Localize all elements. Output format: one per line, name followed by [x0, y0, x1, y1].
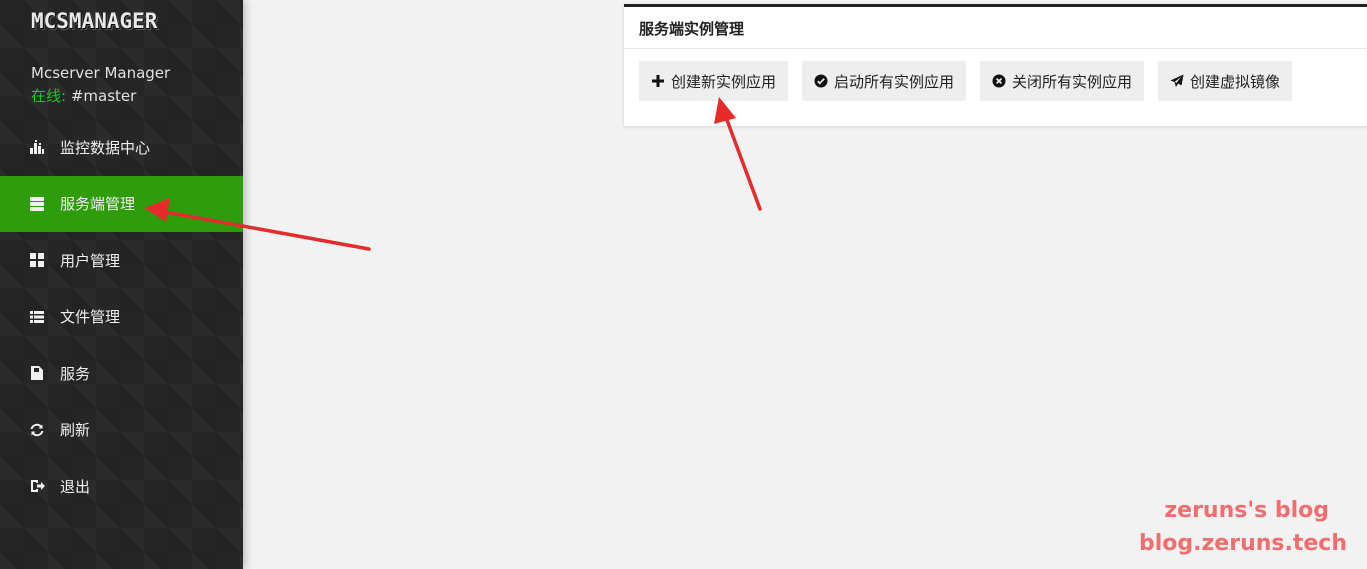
send-icon: [1170, 74, 1184, 88]
app-logo: MCSMANAGER: [31, 9, 158, 33]
sidebar-item-label: 文件管理: [60, 308, 121, 327]
blog-watermark: zeruns's blog blog.zeruns.tech: [1139, 494, 1347, 560]
sidebar-item-label: 服务: [60, 364, 91, 383]
service-icon: [29, 365, 45, 381]
create-instance-button[interactable]: 创建新实例应用: [639, 61, 789, 101]
bar-chart-icon: [29, 139, 45, 155]
plus-icon: [651, 74, 665, 88]
create-virtual-image-button[interactable]: 创建虚拟镜像: [1158, 61, 1293, 101]
watermark-line1: zeruns's blog: [1164, 498, 1329, 523]
button-label: 关闭所有实例应用: [1012, 72, 1133, 91]
server-icon: [29, 196, 45, 212]
sidebar-nav: 监控数据中心 服务端管理 用户管理 文件管理 服务 刷新 退出: [0, 119, 243, 515]
sidebar-item-logout[interactable]: 退出: [0, 458, 243, 515]
button-label: 创建虚拟镜像: [1190, 72, 1281, 91]
sidebar-item-label: 退出: [60, 477, 91, 496]
sidebar-item-refresh[interactable]: 刷新: [0, 402, 243, 459]
check-circle-icon: [814, 74, 828, 88]
connection-status: 在线: #master: [31, 85, 136, 106]
status-value: #master: [66, 87, 137, 105]
grid-icon: [29, 252, 45, 268]
sidebar-item-user-management[interactable]: 用户管理: [0, 232, 243, 289]
action-buttons: 创建新实例应用 启动所有实例应用 关闭所有实例应用 创建虚拟镜像: [639, 61, 1293, 101]
app-name: Mcserver Manager: [31, 64, 171, 82]
sidebar-item-service[interactable]: 服务: [0, 345, 243, 402]
logout-icon: [29, 478, 45, 494]
sidebar-item-monitor[interactable]: 监控数据中心: [0, 119, 243, 176]
sidebar-item-server-management[interactable]: 服务端管理: [0, 175, 243, 232]
list-icon: [29, 309, 45, 325]
status-label: 在线:: [31, 87, 67, 105]
watermark-line2: blog.zeruns.tech: [1138, 531, 1347, 556]
sidebar-item-label: 用户管理: [60, 251, 121, 270]
sidebar-item-label: 刷新: [60, 421, 91, 440]
button-label: 启动所有实例应用: [834, 72, 955, 91]
stop-all-instances-button[interactable]: 关闭所有实例应用: [980, 61, 1145, 101]
panel-divider: [624, 48, 1367, 49]
button-label: 创建新实例应用: [671, 72, 777, 91]
refresh-icon: [29, 422, 45, 438]
sidebar: MCSMANAGER Mcserver Manager 在线: #master …: [0, 0, 243, 569]
start-all-instances-button[interactable]: 启动所有实例应用: [802, 61, 967, 101]
sidebar-item-label: 监控数据中心: [60, 138, 151, 157]
panel-title: 服务端实例管理: [639, 20, 745, 38]
sidebar-item-label: 服务端管理: [60, 195, 136, 214]
instance-management-panel: 服务端实例管理 创建新实例应用 启动所有实例应用 关闭所有实例应用 创建虚拟镜像: [624, 4, 1367, 126]
close-circle-icon: [992, 74, 1006, 88]
sidebar-item-file-management[interactable]: 文件管理: [0, 289, 243, 346]
